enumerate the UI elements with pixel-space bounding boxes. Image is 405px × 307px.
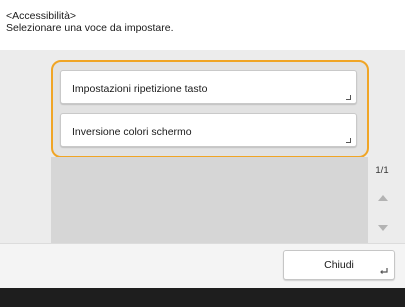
list-item-invert-screen-colors[interactable]: Inversione colori schermo — [60, 113, 357, 147]
list-empty-area — [51, 157, 368, 243]
close-button-label: Chiudi — [324, 259, 354, 271]
corner-arrow-icon — [346, 138, 351, 143]
enter-icon — [380, 268, 388, 274]
scroll-up-button[interactable] — [372, 188, 394, 208]
corner-arrow-icon — [346, 95, 351, 100]
close-button[interactable]: Chiudi — [283, 250, 395, 280]
scroll-down-icon — [378, 225, 388, 231]
list-item-label: Inversione colori schermo — [72, 126, 192, 138]
header: <Accessibilità> Selezionare una voce da … — [0, 0, 405, 50]
instruction-text: Selezionare una voce da impostare. — [6, 22, 174, 34]
screen-title: <Accessibilità> — [6, 10, 77, 22]
list-item-label: Impostazioni ripetizione tasto — [72, 83, 208, 95]
page-indicator: 1/1 — [375, 165, 389, 176]
scroll-down-button[interactable] — [372, 218, 394, 238]
scroll-up-icon — [378, 195, 388, 201]
list-item-key-repeat-settings[interactable]: Impostazioni ripetizione tasto — [60, 70, 357, 104]
bottom-status-bar — [0, 288, 405, 307]
